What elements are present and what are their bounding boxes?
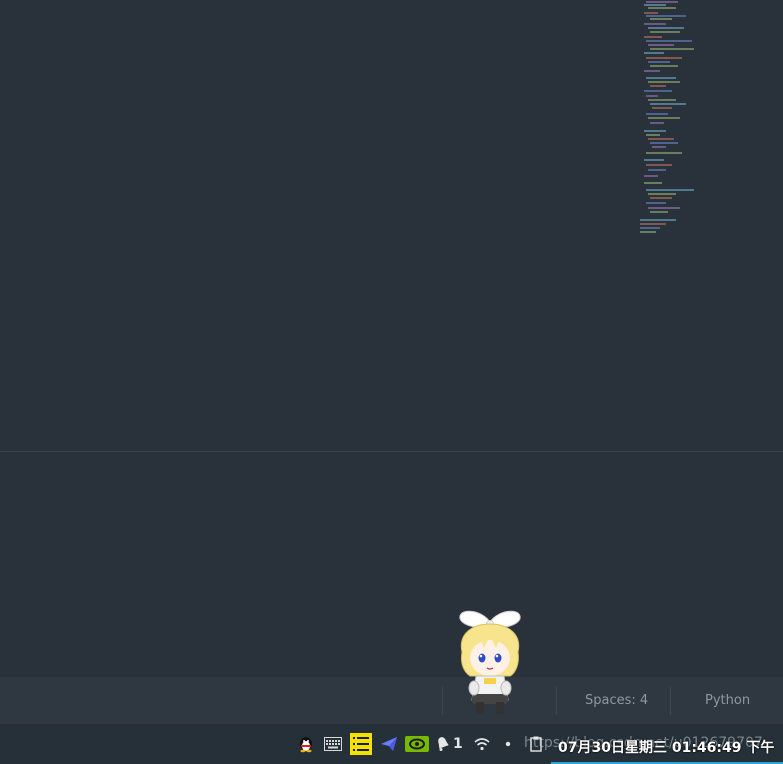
- nvidia-icon[interactable]: [405, 734, 429, 754]
- keyboard-icon[interactable]: [323, 734, 343, 754]
- status-separator: [442, 687, 443, 715]
- network-dot-icon[interactable]: [498, 734, 518, 754]
- status-separator: [556, 687, 557, 715]
- language-mode[interactable]: Python: [705, 677, 750, 724]
- paper-plane-icon[interactable]: [379, 734, 399, 754]
- notification-bell-icon[interactable]: [433, 734, 453, 754]
- code-minimap[interactable]: [636, 0, 783, 240]
- system-taskbar: 1 https://blog.csdn.net/u012679707 07月30…: [0, 724, 783, 764]
- editor-area[interactable]: [0, 0, 783, 451]
- clipboard-icon[interactable]: [528, 734, 544, 754]
- system-clock[interactable]: 07月30日星期三 01:46:49 下午: [558, 737, 774, 757]
- status-separator: [670, 687, 671, 715]
- indentation-setting[interactable]: Spaces: 4: [585, 677, 648, 724]
- status-bar: Spaces: 4 Python: [0, 677, 783, 724]
- desktop-mascot[interactable]: [454, 608, 526, 716]
- qq-penguin-icon[interactable]: [296, 734, 316, 754]
- bottom-panel[interactable]: [0, 452, 783, 677]
- wifi-icon[interactable]: [472, 734, 492, 754]
- notes-icon[interactable]: [350, 733, 372, 755]
- notification-count: 1: [453, 736, 463, 752]
